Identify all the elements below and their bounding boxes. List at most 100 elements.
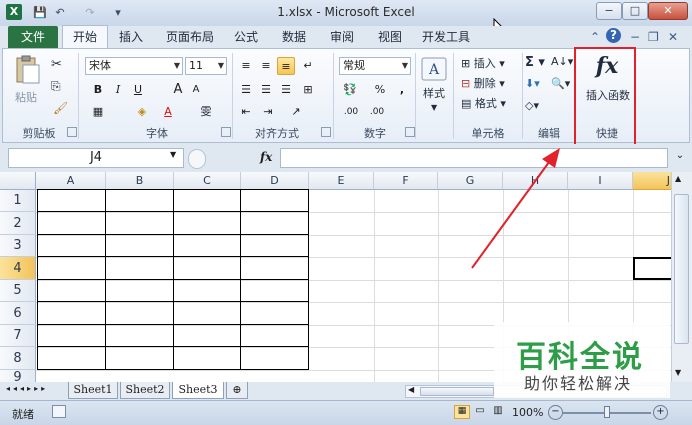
- paste-button[interactable]: 粘贴: [15, 89, 37, 105]
- column-header-j[interactable]: J: [633, 172, 673, 190]
- align-center-icon[interactable]: ☰: [257, 81, 275, 99]
- tab-developer[interactable]: 开发工具: [418, 26, 474, 48]
- tab-file[interactable]: 文件: [8, 26, 58, 48]
- font-launcher-icon[interactable]: [221, 127, 231, 137]
- page-layout-view-icon[interactable]: ▭: [472, 405, 488, 419]
- find-select-icon[interactable]: 🔍▾: [551, 77, 570, 90]
- page-break-view-icon[interactable]: ▥: [490, 405, 506, 419]
- doc-close-icon[interactable]: ✕: [668, 30, 678, 44]
- bold-button[interactable]: B: [89, 81, 107, 99]
- wrap-text-icon[interactable]: ↵: [299, 57, 317, 75]
- row-header-6[interactable]: 6: [0, 302, 36, 325]
- column-header-f[interactable]: F: [374, 172, 438, 190]
- cut-icon[interactable]: ✂: [51, 57, 62, 72]
- tab-page-layout[interactable]: 页面布局: [160, 26, 220, 48]
- column-header-b[interactable]: B: [106, 172, 174, 190]
- insert-function-fx-button[interactable]: fx: [260, 150, 272, 164]
- select-all-corner[interactable]: [0, 172, 36, 190]
- tab-data[interactable]: 数据: [276, 26, 312, 48]
- vertical-scroll-thumb[interactable]: [674, 194, 689, 344]
- zoom-in-icon[interactable]: +: [653, 405, 668, 420]
- row-header-4[interactable]: 4: [0, 257, 36, 280]
- tab-formulas[interactable]: 公式: [228, 26, 264, 48]
- column-header-i[interactable]: I: [568, 172, 633, 190]
- name-box-dropdown-icon[interactable]: ▼: [170, 150, 176, 159]
- tab-review[interactable]: 审阅: [324, 26, 360, 48]
- horizontal-scroll-thumb[interactable]: [420, 387, 494, 396]
- number-launcher-icon[interactable]: [405, 127, 415, 137]
- fill-color-icon[interactable]: ◈: [133, 103, 151, 121]
- styles-icon[interactable]: A: [421, 57, 447, 81]
- row-header-7[interactable]: 7: [0, 325, 36, 347]
- scroll-left-icon[interactable]: ◀: [408, 385, 414, 394]
- styles-button[interactable]: 样式: [423, 85, 445, 101]
- column-header-e[interactable]: E: [309, 172, 374, 190]
- accounting-format-icon[interactable]: 💱: [341, 81, 359, 99]
- maximize-button[interactable]: □: [622, 2, 648, 20]
- row-header-3[interactable]: 3: [0, 235, 36, 257]
- row-header-5[interactable]: 5: [0, 280, 36, 302]
- row-header-9[interactable]: 9: [0, 370, 36, 382]
- row-header-2[interactable]: 2: [0, 212, 36, 235]
- phonetic-button[interactable]: 雯: [197, 103, 215, 121]
- row-header-8[interactable]: 8: [0, 347, 36, 370]
- name-box[interactable]: J4: [8, 148, 184, 168]
- help-icon[interactable]: ?: [606, 28, 621, 43]
- orientation-icon[interactable]: ↗: [287, 103, 305, 121]
- sheet-tab-sheet2[interactable]: Sheet2: [120, 382, 170, 399]
- zoom-level[interactable]: 100%: [512, 406, 543, 419]
- align-bottom-icon[interactable]: ≡: [277, 57, 295, 75]
- minimize-button[interactable]: −: [596, 2, 622, 20]
- copy-icon[interactable]: ⎘: [51, 79, 61, 94]
- decrease-decimal-button[interactable]: .00: [365, 103, 389, 121]
- autosum-button[interactable]: Σ ▾: [525, 55, 545, 70]
- decrease-indent-icon[interactable]: ⇤: [237, 103, 255, 121]
- fill-icon[interactable]: ⬇▾: [525, 77, 540, 90]
- sheet-tab-sheet3[interactable]: Sheet3: [172, 382, 224, 399]
- ribbon-minimize-icon[interactable]: ⌃: [590, 30, 600, 44]
- font-name-select[interactable]: 宋体 ▼: [85, 57, 183, 75]
- tab-home[interactable]: 开始: [62, 25, 108, 48]
- column-header-c[interactable]: C: [174, 172, 241, 190]
- percent-button[interactable]: %: [371, 81, 389, 99]
- clear-icon[interactable]: ◇▾: [525, 99, 539, 112]
- tab-insert[interactable]: 插入: [112, 26, 150, 48]
- sheet-tab-sheet1[interactable]: Sheet1: [68, 382, 118, 399]
- format-cells-button[interactable]: ▤ 格式 ▾: [461, 95, 506, 111]
- comma-button[interactable]: ,: [393, 81, 411, 99]
- normal-view-icon[interactable]: ▦: [454, 405, 470, 419]
- row-header-1[interactable]: 1: [0, 190, 36, 212]
- macro-record-icon[interactable]: [52, 405, 66, 418]
- zoom-out-icon[interactable]: −: [548, 405, 563, 420]
- scroll-down-icon[interactable]: ▼: [675, 368, 681, 377]
- sort-filter-icon[interactable]: A↓▾: [551, 55, 573, 68]
- merge-center-icon[interactable]: ⊞: [299, 81, 317, 99]
- insert-sheet-icon[interactable]: ⊕: [226, 382, 248, 399]
- close-button[interactable]: ✕: [648, 2, 688, 20]
- paste-icon[interactable]: [13, 55, 41, 85]
- align-top-icon[interactable]: ≡: [237, 57, 255, 75]
- column-header-a[interactable]: A: [36, 172, 106, 190]
- expand-formula-bar-icon[interactable]: ⌄: [672, 150, 688, 166]
- scroll-up-icon[interactable]: ▲: [675, 174, 681, 183]
- sheet-navigation-icons[interactable]: ◂◂◂▸▸▸: [6, 384, 48, 393]
- format-painter-icon[interactable]: 🖌: [53, 101, 68, 115]
- font-color-button[interactable]: A: [159, 103, 177, 121]
- clipboard-launcher-icon[interactable]: [67, 127, 77, 137]
- number-format-select[interactable]: 常规 ▼: [339, 57, 411, 75]
- italic-button[interactable]: I: [109, 81, 127, 99]
- formula-bar-toggle-icon[interactable]: [188, 149, 206, 169]
- align-middle-icon[interactable]: ≡: [257, 57, 275, 75]
- zoom-slider-thumb[interactable]: [604, 406, 610, 418]
- doc-restore-icon[interactable]: ❐: [648, 30, 659, 44]
- increase-decimal-button[interactable]: .00: [339, 103, 363, 121]
- grow-font-button[interactable]: A: [169, 81, 187, 99]
- vertical-scrollbar[interactable]: ▲ ▼: [671, 172, 692, 382]
- align-left-icon[interactable]: ☰: [237, 81, 255, 99]
- doc-minimize-icon[interactable]: −: [630, 30, 640, 44]
- column-header-d[interactable]: D: [241, 172, 309, 190]
- borders-icon[interactable]: ▦: [89, 103, 107, 121]
- tab-view[interactable]: 视图: [372, 26, 408, 48]
- align-right-icon[interactable]: ☰: [277, 81, 295, 99]
- increase-indent-icon[interactable]: ⇥: [259, 103, 277, 121]
